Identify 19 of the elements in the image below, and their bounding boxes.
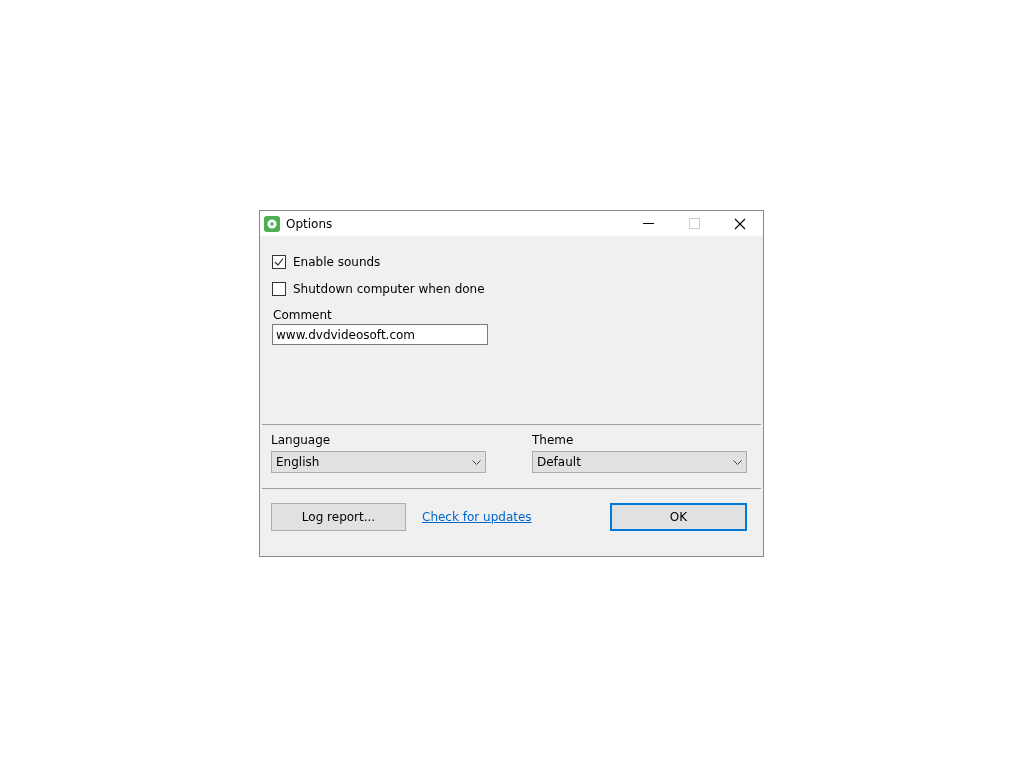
comment-label: Comment xyxy=(273,308,333,322)
dropdown[interactable]: English xyxy=(271,451,486,473)
ok-button[interactable]: OK xyxy=(610,503,747,531)
checkbox[interactable] xyxy=(272,254,286,269)
window-title: Options xyxy=(286,216,334,231)
log-report-button[interactable]: Log report... xyxy=(271,503,406,531)
comment-field[interactable]: www.dvdvideosoft.com xyxy=(272,324,488,345)
dropdown-label: Language xyxy=(271,433,332,447)
dropdown[interactable]: Default xyxy=(532,451,747,473)
chevron-down-icon xyxy=(472,459,481,465)
chevron-down-icon xyxy=(733,459,742,465)
close-icon[interactable] xyxy=(734,217,746,230)
check-updates-link[interactable]: Check for updates xyxy=(422,510,610,524)
minimize-icon[interactable] xyxy=(642,223,654,224)
checkbox-label: Enable sounds xyxy=(293,254,381,269)
app-icon xyxy=(264,215,280,232)
checkbox[interactable] xyxy=(272,281,286,296)
dropdown-label: Theme xyxy=(532,433,575,447)
checkbox-label: Shutdown computer when done xyxy=(293,281,485,296)
